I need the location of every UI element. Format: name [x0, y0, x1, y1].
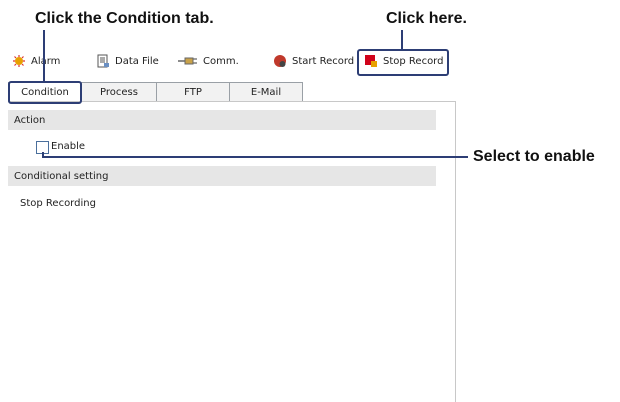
comm-button[interactable]: Comm. — [178, 51, 239, 71]
tab-email[interactable]: E-Mail — [229, 82, 303, 101]
data-file-label: Data File — [115, 55, 159, 67]
stop-recording-text: Stop Recording — [20, 198, 96, 209]
data-file-button[interactable]: Data File — [96, 51, 159, 71]
annotation-select-enable: Select to enable — [473, 148, 595, 165]
alarm-label: Alarm — [31, 55, 61, 67]
action-section-header: Action — [8, 110, 436, 130]
data-file-icon — [96, 54, 110, 68]
comm-icon — [178, 54, 198, 68]
conditional-setting-header: Conditional setting — [8, 166, 436, 186]
comm-label: Comm. — [203, 55, 239, 67]
annotation-click-here: Click here. — [386, 10, 467, 27]
toolbar: Alarm Data File Comm. Start Record Stop … — [8, 48, 448, 74]
start-record-icon — [273, 54, 287, 68]
stop-record-label: Stop Record — [383, 55, 444, 67]
alarm-button[interactable]: Alarm — [12, 51, 60, 71]
start-record-label: Start Record — [292, 55, 355, 67]
tab-process[interactable]: Process — [81, 82, 157, 101]
enable-label: Enable — [51, 141, 86, 152]
annotation-condition-tab: Click the Condition tab. — [35, 10, 214, 27]
stop-record-button[interactable]: Stop Record — [364, 51, 443, 71]
stop-record-icon — [364, 54, 378, 68]
alarm-icon — [12, 54, 26, 68]
start-record-button[interactable]: Start Record — [273, 51, 354, 71]
tab-ftp[interactable]: FTP — [156, 82, 230, 101]
tab-bar: Condition Process FTP E-Mail — [8, 82, 303, 102]
tab-condition[interactable]: Condition — [8, 82, 82, 101]
enable-checkbox[interactable] — [36, 141, 49, 154]
